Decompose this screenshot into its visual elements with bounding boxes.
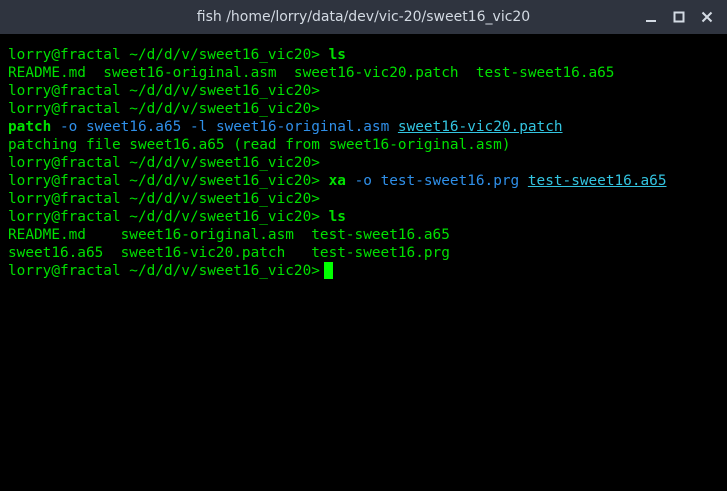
terminal-line: lorry@fractal ~/d/d/v/sweet16_vic20> xyxy=(8,190,727,208)
command-name: ls xyxy=(328,47,346,63)
shell-prompt: lorry@fractal ~/d/d/v/sweet16_vic20> xyxy=(8,47,320,63)
command-name: patch xyxy=(8,119,52,135)
terminal-line: lorry@fractal ~/d/d/v/sweet16_vic20> xyxy=(8,100,727,118)
command-output: sweet16.a65 sweet16-vic20.patch test-swe… xyxy=(8,245,450,261)
terminal-line: sweet16.a65 sweet16-vic20.patch test-swe… xyxy=(8,244,727,262)
command-output: patching file sweet16.a65 (read from swe… xyxy=(8,137,511,153)
command-name: xa xyxy=(328,173,346,189)
command-args: -o test-sweet16.prg xyxy=(354,173,520,189)
text-cursor xyxy=(323,262,333,279)
window-title: fish /home/lorry/data/dev/vic-20/sweet16… xyxy=(196,9,531,25)
minimize-icon xyxy=(646,20,656,22)
terminal-line: lorry@fractal ~/d/d/v/sweet16_vic20> xyxy=(8,154,727,172)
command-args: -o sweet16.a65 -l sweet16-original.asm xyxy=(60,119,390,135)
terminal-line: lorry@fractal ~/d/d/v/sweet16_vic20> xyxy=(8,82,727,100)
terminal-output[interactable]: lorry@fractal ~/d/d/v/sweet16_vic20> ls R… xyxy=(8,46,727,491)
terminal-line: lorry@fractal ~/d/d/v/sweet16_vic20> ls xyxy=(8,46,727,64)
shell-prompt: lorry@fractal ~/d/d/v/sweet16_vic20> xyxy=(8,83,320,99)
file-argument[interactable]: test-sweet16.a65 xyxy=(528,173,667,189)
shell-prompt: lorry@fractal ~/d/d/v/sweet16_vic20> xyxy=(8,191,320,207)
terminal-line: lorry@fractal ~/d/d/v/sweet16_vic20> xa … xyxy=(8,172,727,190)
close-icon xyxy=(701,11,713,23)
terminal-line: patching file sweet16.a65 (read from swe… xyxy=(8,136,727,154)
close-button[interactable] xyxy=(693,3,721,31)
command-output: README.md sweet16-original.asm sweet16-v… xyxy=(8,65,615,81)
terminal-line: README.md sweet16-original.asm sweet16-v… xyxy=(8,64,727,82)
terminal-line: README.md sweet16-original.asm test-swee… xyxy=(8,226,727,244)
shell-prompt: lorry@fractal ~/d/d/v/sweet16_vic20> xyxy=(8,209,320,225)
shell-prompt: lorry@fractal ~/d/d/v/sweet16_vic20> xyxy=(8,155,320,171)
terminal-window: fish /home/lorry/data/dev/vic-20/sweet16… xyxy=(0,0,727,491)
command-output: README.md sweet16-original.asm test-swee… xyxy=(8,227,450,243)
shell-prompt: lorry@fractal ~/d/d/v/sweet16_vic20> xyxy=(8,173,320,189)
minimize-button[interactable] xyxy=(637,3,665,31)
shell-prompt: lorry@fractal ~/d/d/v/sweet16_vic20> xyxy=(8,263,320,279)
command-name: ls xyxy=(328,209,346,225)
terminal-line: lorry@fractal ~/d/d/v/sweet16_vic20> xyxy=(8,262,727,280)
maximize-icon xyxy=(673,11,685,23)
maximize-button[interactable] xyxy=(665,3,693,31)
title-bar[interactable]: fish /home/lorry/data/dev/vic-20/sweet16… xyxy=(0,0,727,34)
window-controls xyxy=(637,0,721,34)
file-argument[interactable]: sweet16-vic20.patch xyxy=(398,119,563,135)
shell-prompt: lorry@fractal ~/d/d/v/sweet16_vic20> xyxy=(8,101,320,117)
terminal-line: patch -o sweet16.a65 -l sweet16-original… xyxy=(8,118,727,136)
terminal-line: lorry@fractal ~/d/d/v/sweet16_vic20> ls xyxy=(8,208,727,226)
